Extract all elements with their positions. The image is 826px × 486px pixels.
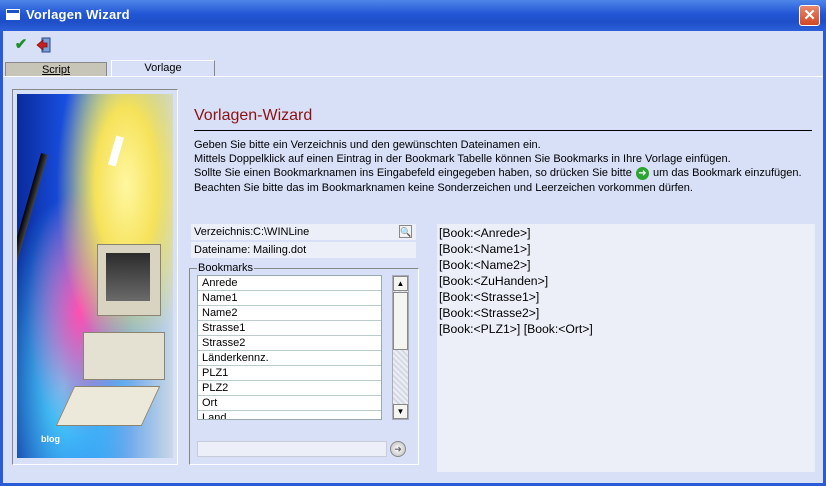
bookmark-scrollbar[interactable]: ▲ ▼ — [392, 275, 409, 420]
wizard-image-panel: blog — [12, 89, 178, 465]
list-item[interactable]: PLZ1 — [198, 366, 381, 381]
list-item[interactable]: Anrede — [198, 276, 381, 291]
checkmark-icon: ✔ — [14, 36, 28, 53]
window-icon — [6, 9, 20, 20]
tab-content-vorlage: blog Vorlagen-Wizard Geben Sie bitte ein… — [5, 77, 821, 483]
computer-case-graphic — [83, 332, 165, 380]
list-item[interactable]: Land — [198, 411, 381, 419]
ok-button[interactable]: ✔ — [12, 36, 30, 54]
list-item[interactable]: Name1 — [198, 291, 381, 306]
close-icon: ✕ — [803, 7, 816, 24]
preview-line: [Book:<PLZ1>] [Book:<Ort>] — [439, 322, 593, 336]
preview-line: [Book:<ZuHanden>] — [439, 274, 549, 288]
list-item[interactable]: Strasse2 — [198, 336, 381, 351]
preview-line: [Book:<Name2>] — [439, 258, 531, 272]
instruction-line: Sollte Sie einen Bookmarknamen ins Einga… — [194, 166, 814, 180]
directory-value[interactable]: C:\WINLine — [253, 224, 309, 240]
insert-bookmark-button[interactable]: ➜ — [390, 441, 406, 457]
title-bar: Vorlagen Wizard ✕ — [0, 0, 826, 31]
tab-bar: Script Vorlage — [3, 60, 823, 77]
arrow-right-icon: ➜ — [394, 444, 402, 454]
list-item[interactable]: Ort — [198, 396, 381, 411]
instruction-line: Mittels Doppelklick auf einen Eintrag in… — [194, 153, 731, 166]
filename-value[interactable]: Mailing.dot — [253, 242, 306, 258]
template-preview[interactable]: [Book:<Anrede>] [Book:<Name1>] [Book:<Na… — [437, 224, 815, 472]
title-divider — [194, 130, 812, 131]
list-item[interactable]: PLZ2 — [198, 381, 381, 396]
preview-line: [Book:<Strasse2>] — [439, 306, 540, 320]
exit-icon — [36, 37, 51, 53]
toolbar: ✔ — [3, 31, 823, 59]
preview-line: [Book:<Name1>] — [439, 242, 531, 256]
instruction-text: Sollte Sie einen Bookmarknamen ins Einga… — [194, 167, 632, 180]
image-caption: blog — [41, 434, 60, 444]
bookmarks-legend: Bookmarks — [197, 262, 255, 275]
exit-button[interactable] — [35, 36, 53, 54]
magic-wand-graphic — [17, 153, 48, 444]
instruction-line: Beachten Sie bitte das im Bookmarknamen … — [194, 181, 693, 194]
instruction-line: Geben Sie bitte ein Verzeichnis und den … — [194, 139, 541, 151]
bookmark-name-input[interactable] — [197, 441, 387, 457]
directory-field[interactable]: Verzeichnis: C:\WINLine 🔍 — [191, 224, 416, 240]
filename-label: Dateiname: — [194, 244, 251, 256]
wizard-illustration: blog — [17, 94, 173, 458]
tab-script[interactable]: Script — [5, 62, 107, 77]
preview-line: [Book:<Strasse1>] — [439, 290, 540, 304]
scroll-up-icon[interactable]: ▲ — [393, 276, 408, 291]
scroll-thumb[interactable] — [393, 292, 408, 350]
list-item[interactable]: Strasse1 — [198, 321, 381, 336]
bookmark-table[interactable]: Anrede Name1 Name2 Strasse1 Strasse2 Län… — [197, 275, 382, 420]
tab-vorlage[interactable]: Vorlage — [111, 60, 215, 77]
search-icon[interactable]: 🔍 — [399, 225, 412, 238]
monitor-graphic — [97, 244, 161, 316]
preview-line: [Book:<Anrede>] — [439, 226, 531, 240]
arrow-right-icon: ➜ — [635, 167, 649, 180]
close-button[interactable]: ✕ — [799, 5, 820, 26]
page-title: Vorlagen-Wizard — [194, 107, 313, 124]
instruction-text: um das Bookmark einzufügen. — [652, 167, 802, 180]
filename-field[interactable]: Dateiname: Mailing.dot — [191, 242, 416, 258]
directory-label: Verzeichnis: — [194, 226, 254, 238]
wand-tip-graphic — [108, 135, 124, 167]
list-item[interactable]: Länderkennz. — [198, 351, 381, 366]
window-title: Vorlagen Wizard — [26, 7, 130, 22]
scroll-down-icon[interactable]: ▼ — [393, 404, 408, 419]
instructions-text: Geben Sie bitte ein Verzeichnis und den … — [194, 138, 814, 195]
list-item[interactable]: Name2 — [198, 306, 381, 321]
keyboard-graphic — [55, 386, 161, 426]
